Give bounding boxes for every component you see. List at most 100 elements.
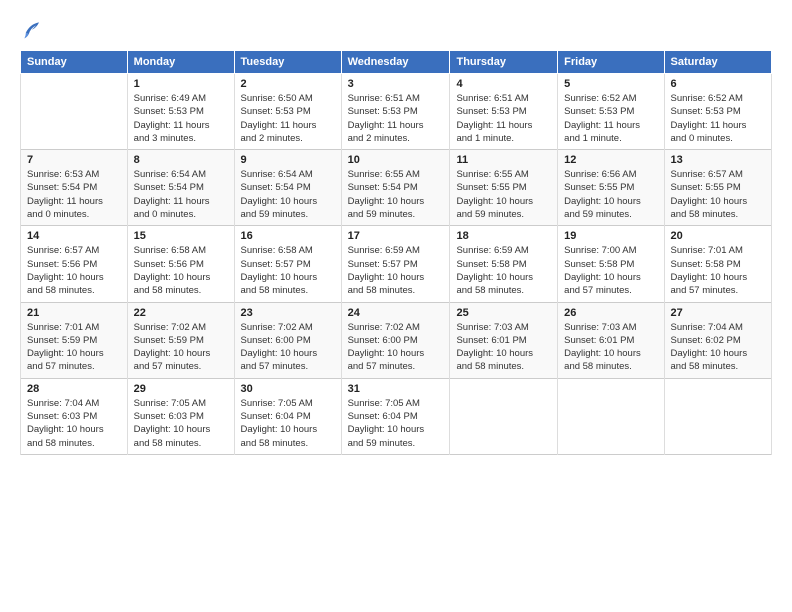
day-info: Sunrise: 6:58 AMSunset: 5:56 PMDaylight:…	[134, 244, 228, 297]
day-number: 12	[564, 154, 657, 166]
calendar-cell	[450, 378, 558, 454]
day-info: Sunrise: 6:58 AMSunset: 5:57 PMDaylight:…	[241, 244, 335, 297]
logo	[20, 18, 46, 40]
day-info: Sunrise: 6:56 AMSunset: 5:55 PMDaylight:…	[564, 168, 657, 221]
calendar-cell: 22 Sunrise: 7:02 AMSunset: 5:59 PMDayligh…	[127, 302, 234, 378]
day-number: 23	[241, 307, 335, 319]
day-info: Sunrise: 7:01 AMSunset: 5:58 PMDaylight:…	[671, 244, 765, 297]
day-number: 20	[671, 230, 765, 242]
day-info: Sunrise: 6:51 AMSunset: 5:53 PMDaylight:…	[348, 92, 444, 145]
week-row-1: 1 Sunrise: 6:49 AMSunset: 5:53 PMDaylight…	[21, 74, 772, 150]
calendar-cell: 17Sunrise: 6:59 AMSunset: 5:57 PMDayligh…	[341, 226, 450, 302]
page: SundayMondayTuesdayWednesdayThursdayFrid…	[0, 0, 792, 612]
calendar-cell: 27Sunrise: 7:04 AMSunset: 6:02 PMDayligh…	[664, 302, 771, 378]
day-info: Sunrise: 7:05 AMSunset: 6:03 PMDaylight:…	[134, 397, 228, 450]
day-header-thursday: Thursday	[450, 51, 558, 74]
day-number: 24	[348, 307, 444, 319]
day-header-sunday: Sunday	[21, 51, 128, 74]
day-info: Sunrise: 7:03 AMSunset: 6:01 PMDaylight:…	[456, 321, 551, 374]
day-number: 22	[134, 307, 228, 319]
day-header-monday: Monday	[127, 51, 234, 74]
calendar-cell: 12 Sunrise: 6:56 AMSunset: 5:55 PMDayligh…	[558, 150, 664, 226]
day-number: 7	[27, 154, 121, 166]
calendar-cell: 4 Sunrise: 6:51 AMSunset: 5:53 PMDaylight…	[450, 74, 558, 150]
day-number: 21	[27, 307, 121, 319]
day-number: 31	[348, 383, 444, 395]
calendar-cell: 1 Sunrise: 6:49 AMSunset: 5:53 PMDaylight…	[127, 74, 234, 150]
calendar-cell: 28 Sunrise: 7:04 AMSunset: 6:03 PMDayligh…	[21, 378, 128, 454]
week-row-2: 7Sunrise: 6:53 AMSunset: 5:54 PMDaylight…	[21, 150, 772, 226]
calendar-cell: 3 Sunrise: 6:51 AMSunset: 5:53 PMDaylight…	[341, 74, 450, 150]
calendar-cell: 7Sunrise: 6:53 AMSunset: 5:54 PMDaylight…	[21, 150, 128, 226]
calendar-cell: 16Sunrise: 6:58 AMSunset: 5:57 PMDayligh…	[234, 226, 341, 302]
day-info: Sunrise: 7:05 AMSunset: 6:04 PMDaylight:…	[348, 397, 444, 450]
day-number: 30	[241, 383, 335, 395]
calendar-cell: 18 Sunrise: 6:59 AMSunset: 5:58 PMDayligh…	[450, 226, 558, 302]
day-info: Sunrise: 6:54 AMSunset: 5:54 PMDaylight:…	[134, 168, 228, 221]
day-number: 2	[241, 78, 335, 90]
calendar-cell	[664, 378, 771, 454]
calendar-cell: 29 Sunrise: 7:05 AMSunset: 6:03 PMDayligh…	[127, 378, 234, 454]
calendar-header: SundayMondayTuesdayWednesdayThursdayFrid…	[21, 51, 772, 74]
day-info: Sunrise: 7:05 AMSunset: 6:04 PMDaylight:…	[241, 397, 335, 450]
calendar-cell: 30 Sunrise: 7:05 AMSunset: 6:04 PMDayligh…	[234, 378, 341, 454]
day-info: Sunrise: 7:01 AMSunset: 5:59 PMDaylight:…	[27, 321, 121, 374]
day-number: 25	[456, 307, 551, 319]
day-number: 14	[27, 230, 121, 242]
day-info: Sunrise: 6:55 AMSunset: 5:55 PMDaylight:…	[456, 168, 551, 221]
calendar-cell: 23 Sunrise: 7:02 AMSunset: 6:00 PMDayligh…	[234, 302, 341, 378]
day-info: Sunrise: 6:50 AMSunset: 5:53 PMDaylight:…	[241, 92, 335, 145]
day-info: Sunrise: 6:52 AMSunset: 5:53 PMDaylight:…	[564, 92, 657, 145]
logo-bird-icon	[20, 18, 42, 40]
calendar-cell: 24Sunrise: 7:02 AMSunset: 6:00 PMDayligh…	[341, 302, 450, 378]
day-info: Sunrise: 6:51 AMSunset: 5:53 PMDaylight:…	[456, 92, 551, 145]
calendar-cell	[21, 74, 128, 150]
day-number: 29	[134, 383, 228, 395]
calendar-table: SundayMondayTuesdayWednesdayThursdayFrid…	[20, 50, 772, 455]
day-info: Sunrise: 6:55 AMSunset: 5:54 PMDaylight:…	[348, 168, 444, 221]
day-number: 27	[671, 307, 765, 319]
day-number: 10	[348, 154, 444, 166]
week-row-5: 28 Sunrise: 7:04 AMSunset: 6:03 PMDayligh…	[21, 378, 772, 454]
day-number: 3	[348, 78, 444, 90]
day-info: Sunrise: 6:54 AMSunset: 5:54 PMDaylight:…	[241, 168, 335, 221]
calendar-cell: 9 Sunrise: 6:54 AMSunset: 5:54 PMDaylight…	[234, 150, 341, 226]
day-info: Sunrise: 7:04 AMSunset: 6:03 PMDaylight:…	[27, 397, 121, 450]
day-info: Sunrise: 7:00 AMSunset: 5:58 PMDaylight:…	[564, 244, 657, 297]
day-number: 28	[27, 383, 121, 395]
day-number: 8	[134, 154, 228, 166]
calendar-cell	[558, 378, 664, 454]
week-row-3: 14 Sunrise: 6:57 AMSunset: 5:56 PMDayligh…	[21, 226, 772, 302]
calendar-cell: 21 Sunrise: 7:01 AMSunset: 5:59 PMDayligh…	[21, 302, 128, 378]
week-row-4: 21 Sunrise: 7:01 AMSunset: 5:59 PMDayligh…	[21, 302, 772, 378]
day-info: Sunrise: 6:59 AMSunset: 5:57 PMDaylight:…	[348, 244, 444, 297]
day-number: 4	[456, 78, 551, 90]
day-info: Sunrise: 7:02 AMSunset: 5:59 PMDaylight:…	[134, 321, 228, 374]
header	[20, 18, 772, 40]
calendar-cell: 2 Sunrise: 6:50 AMSunset: 5:53 PMDaylight…	[234, 74, 341, 150]
calendar-cell: 19Sunrise: 7:00 AMSunset: 5:58 PMDayligh…	[558, 226, 664, 302]
day-header-friday: Friday	[558, 51, 664, 74]
calendar-cell: 26Sunrise: 7:03 AMSunset: 6:01 PMDayligh…	[558, 302, 664, 378]
day-header-tuesday: Tuesday	[234, 51, 341, 74]
day-number: 9	[241, 154, 335, 166]
calendar-cell: 15Sunrise: 6:58 AMSunset: 5:56 PMDayligh…	[127, 226, 234, 302]
day-number: 6	[671, 78, 765, 90]
calendar-cell: 31 Sunrise: 7:05 AMSunset: 6:04 PMDayligh…	[341, 378, 450, 454]
day-header-wednesday: Wednesday	[341, 51, 450, 74]
day-info: Sunrise: 6:52 AMSunset: 5:53 PMDaylight:…	[671, 92, 765, 145]
day-info: Sunrise: 7:02 AMSunset: 6:00 PMDaylight:…	[241, 321, 335, 374]
day-info: Sunrise: 6:49 AMSunset: 5:53 PMDaylight:…	[134, 92, 228, 145]
calendar-cell: 5Sunrise: 6:52 AMSunset: 5:53 PMDaylight…	[558, 74, 664, 150]
day-info: Sunrise: 6:59 AMSunset: 5:58 PMDaylight:…	[456, 244, 551, 297]
day-number: 18	[456, 230, 551, 242]
day-number: 1	[134, 78, 228, 90]
calendar-cell: 14 Sunrise: 6:57 AMSunset: 5:56 PMDayligh…	[21, 226, 128, 302]
day-number: 11	[456, 154, 551, 166]
calendar-cell: 25 Sunrise: 7:03 AMSunset: 6:01 PMDayligh…	[450, 302, 558, 378]
day-info: Sunrise: 6:57 AMSunset: 5:56 PMDaylight:…	[27, 244, 121, 297]
day-header-saturday: Saturday	[664, 51, 771, 74]
calendar-cell: 6 Sunrise: 6:52 AMSunset: 5:53 PMDaylight…	[664, 74, 771, 150]
calendar-cell: 13Sunrise: 6:57 AMSunset: 5:55 PMDayligh…	[664, 150, 771, 226]
day-number: 26	[564, 307, 657, 319]
